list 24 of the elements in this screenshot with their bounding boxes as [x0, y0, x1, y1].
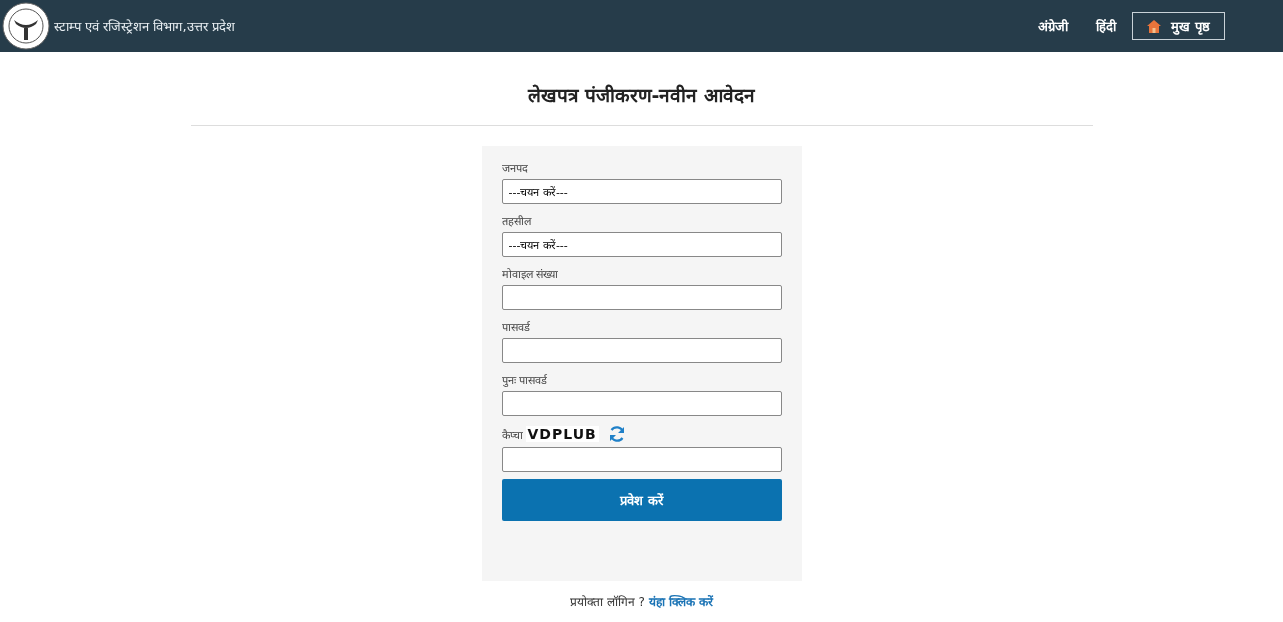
captcha-field[interactable] — [501, 447, 782, 472]
site-title: स्टाम्प एवं रजिस्ट्रेशन विभाग,उत्तर प्रदेश — [54, 18, 236, 35]
input-field[interactable] — [501, 285, 782, 310]
home-button[interactable]: मुख पृष्ठ — [1132, 12, 1225, 40]
captcha-text: VDPLUB — [525, 426, 599, 442]
field-label: मोवाइल संख्या — [501, 267, 558, 281]
emblem-icon — [2, 2, 50, 50]
dropdown[interactable]: ---चयन करें--- — [501, 232, 782, 257]
language-link[interactable]: हिंदी — [1096, 17, 1117, 35]
refresh-icon[interactable] — [607, 425, 626, 443]
submit-button[interactable]: प्रवेश करें — [501, 479, 782, 521]
field-label: जनपद — [501, 161, 528, 175]
house-icon — [1147, 19, 1162, 33]
footer-text: प्रयोक्ता लॉगिन ? — [569, 595, 646, 609]
password-field[interactable] — [501, 338, 782, 363]
field-label: कैप्चा — [501, 427, 523, 442]
login-link[interactable]: यंहा क्लिक करें — [648, 595, 714, 609]
password-field[interactable] — [501, 391, 782, 416]
field-label: पासवर्ड — [501, 320, 530, 334]
dropdown[interactable]: ---चयन करें--- — [501, 179, 782, 204]
field-label: तहसील — [501, 214, 531, 228]
language-link[interactable]: अंग्रेजी — [1038, 17, 1069, 35]
page-title: लेखपत्र पंजीकरण-नवीन आवेदन — [527, 83, 756, 108]
field-label: पुनः पासवर्ड — [501, 373, 547, 387]
